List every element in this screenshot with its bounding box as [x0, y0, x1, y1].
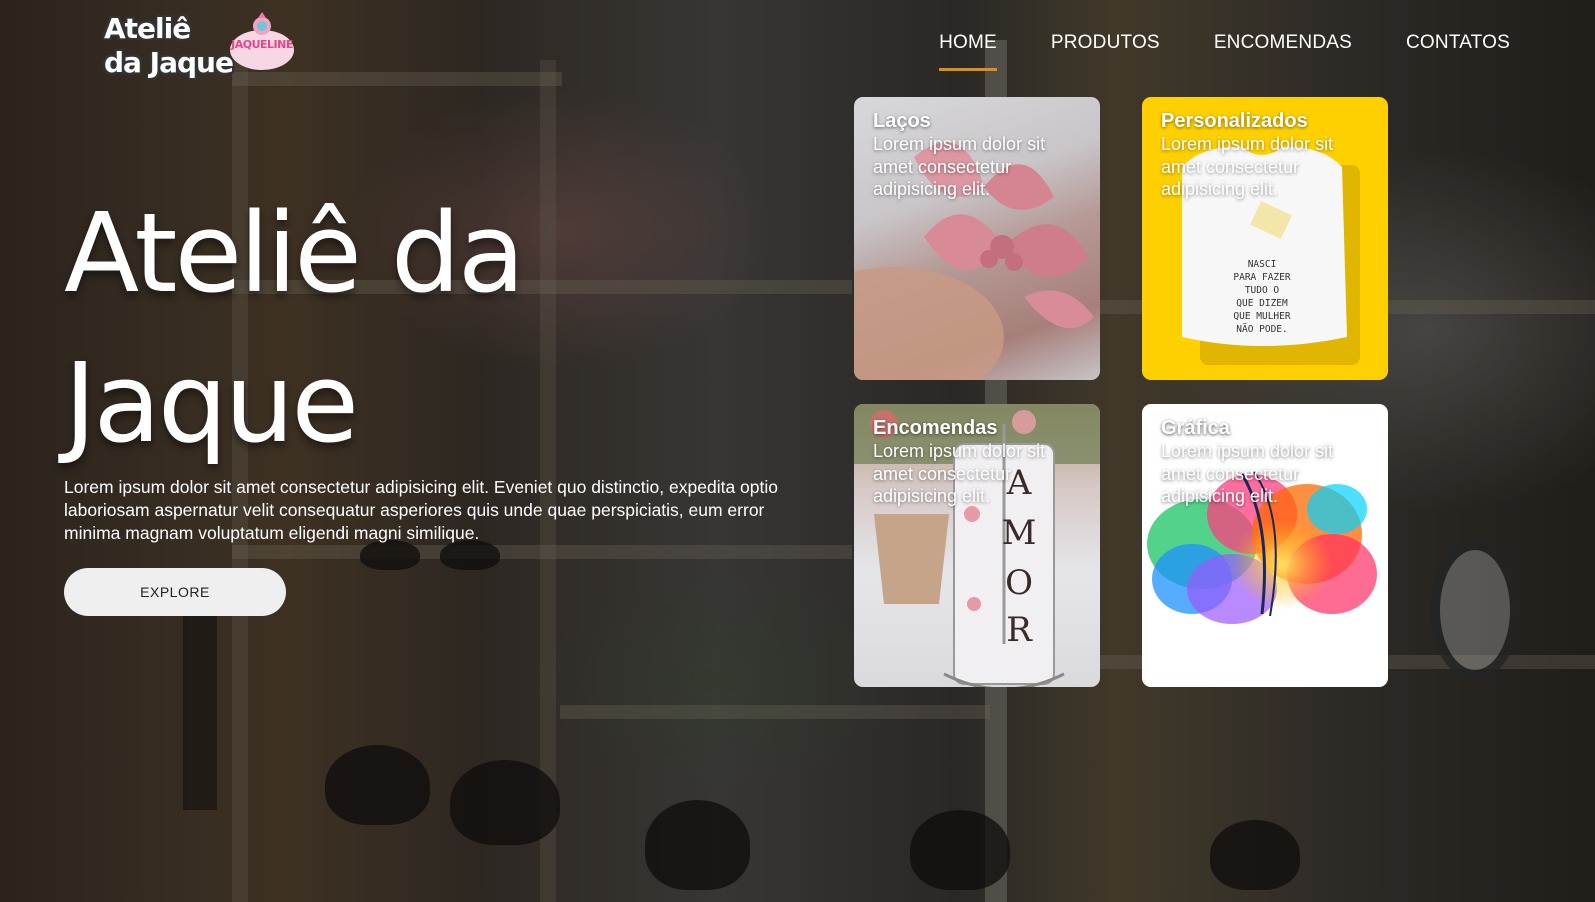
- hero-title: Ateliê da Jaque: [64, 189, 525, 467]
- main-nav: HOME PRODUTOS ENCOMENDAS CONTATOS: [939, 32, 1510, 71]
- hero-section: Ateliê da Jaque Lorem ipsum dolor sit am…: [64, 178, 824, 616]
- card-description: Lorem ipsum dolor sit amet consectetur a…: [873, 441, 1046, 506]
- svg-text:NASCI: NASCI: [1248, 259, 1277, 270]
- logo-text: Ateliê da Jaque: [104, 12, 234, 79]
- svg-text:PARA FAZER: PARA FAZER: [1233, 272, 1290, 283]
- svg-text:QUE MULHER: QUE MULHER: [1233, 311, 1290, 322]
- card-personalizados[interactable]: NASCI PARA FAZER TUDO O QUE DIZEM QUE MU…: [1142, 97, 1388, 380]
- site-logo[interactable]: Ateliê da Jaque JAQUELINE: [104, 12, 304, 84]
- svg-text:NÃO PODE.: NÃO PODE.: [1236, 324, 1287, 335]
- site-header: Ateliê da Jaque JAQUELINE HOME PRODUTOS …: [0, 0, 1595, 90]
- svg-text:R: R: [1006, 610, 1033, 650]
- card-title: Encomendas: [873, 417, 998, 439]
- explore-button[interactable]: EXPLORE: [64, 568, 286, 616]
- svg-text:QUE DIZEM: QUE DIZEM: [1236, 298, 1288, 309]
- badge-text: JAQUELINE: [231, 38, 293, 51]
- card-grafica[interactable]: Gráfica Lorem ipsum dolor sit amet conse…: [1142, 404, 1388, 687]
- card-description: Lorem ipsum dolor sit amet consectetur a…: [1161, 134, 1334, 199]
- svg-text:M: M: [1002, 513, 1037, 553]
- card-title: Laços: [873, 110, 931, 132]
- nav-encomendas[interactable]: ENCOMENDAS: [1214, 32, 1352, 71]
- card-encomendas[interactable]: A M O R Encomendas Lorem ipsum dolor sit…: [854, 404, 1100, 687]
- nav-contatos[interactable]: CONTATOS: [1406, 32, 1510, 71]
- jaqueline-badge-icon: JAQUELINE: [228, 12, 296, 72]
- hero-description: Lorem ipsum dolor sit amet consectetur a…: [64, 477, 778, 543]
- nav-home[interactable]: HOME: [939, 32, 997, 71]
- svg-text:TUDO O: TUDO O: [1245, 285, 1280, 296]
- card-title: Personalizados: [1161, 110, 1308, 132]
- card-lacos[interactable]: Laços Lorem ipsum dolor sit amet consect…: [854, 97, 1100, 380]
- card-description: Lorem ipsum dolor sit amet consectetur a…: [1161, 441, 1334, 506]
- card-description: Lorem ipsum dolor sit amet consectetur a…: [873, 134, 1046, 199]
- svg-text:O: O: [1005, 563, 1033, 603]
- card-title: Gráfica: [1161, 417, 1230, 439]
- nav-produtos[interactable]: PRODUTOS: [1051, 32, 1160, 71]
